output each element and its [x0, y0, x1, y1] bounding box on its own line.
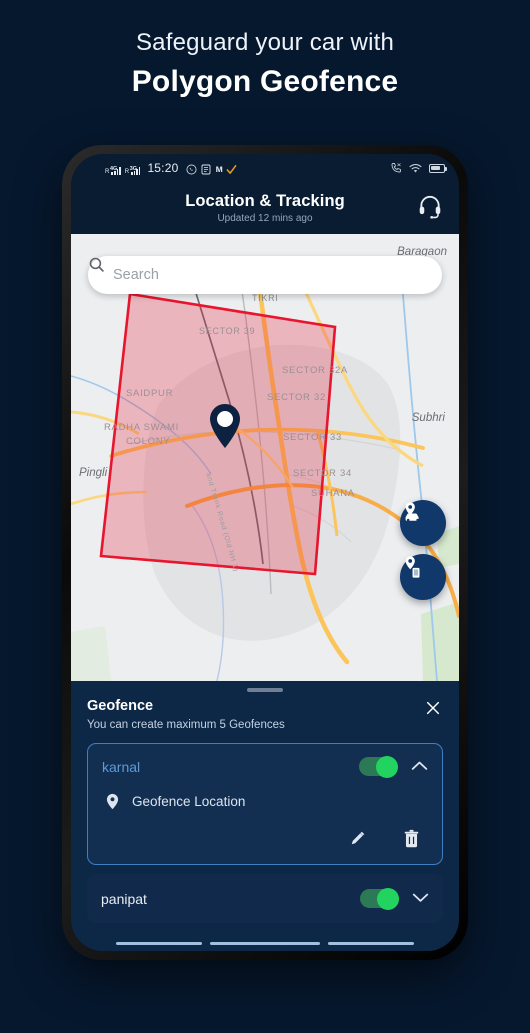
chevron-up-icon[interactable]: [411, 758, 428, 776]
promo-headline: Safeguard your car with Polygon Geofence: [0, 28, 530, 102]
geofence-toggle[interactable]: [360, 887, 399, 910]
roaming-label-1: R: [105, 169, 110, 175]
status-bar-clock: 15:20: [147, 161, 179, 175]
trash-icon[interactable]: [403, 829, 420, 853]
vehicle-location-button[interactable]: [400, 500, 446, 546]
orange-check-icon: [226, 164, 237, 175]
android-nav-bar[interactable]: [71, 935, 459, 951]
chevron-down-icon[interactable]: [412, 890, 429, 908]
page-title: Location & Tracking: [185, 192, 345, 210]
signal-sim2-icon: R 3G: [124, 166, 141, 175]
sim-icon: [201, 164, 211, 175]
geofence-name: panipat: [101, 890, 147, 907]
m-icon: ᴍ: [215, 164, 222, 175]
headset-icon[interactable]: [417, 193, 443, 224]
geofence-name: karnal: [102, 758, 141, 775]
signal-sim1-icon: R 4G: [105, 166, 121, 175]
app-header: Location & Tracking Updated 12 mins ago: [71, 182, 459, 234]
search-container: [88, 256, 442, 294]
search-input[interactable]: [113, 267, 428, 283]
sheet-header: Geofence You can create maximum 5 Geofen…: [87, 698, 443, 731]
last-updated-text: Updated 12 mins ago: [217, 213, 313, 224]
battery-icon: [429, 163, 447, 173]
network-label-2: 3G: [129, 166, 138, 172]
headline-line-1: Safeguard your car with: [135, 29, 395, 56]
phone-icon: [390, 162, 402, 174]
map-view[interactable]: Baragaon TIKRI SECTOR 39 SECTOR 32A SECT…: [71, 234, 459, 681]
phone-screen: R 4G R 3G 15:20 ᴍ Location & Tracking Up…: [71, 154, 459, 951]
sheet-subtitle: You can create maximum 5 Geofences: [87, 719, 285, 731]
status-bar: R 4G R 3G 15:20 ᴍ: [71, 154, 459, 182]
geofence-card-karnal[interactable]: karnal Geofence Location: [87, 743, 443, 865]
device-location-button[interactable]: [400, 554, 446, 600]
sheet-drag-handle[interactable]: [247, 688, 283, 692]
headline-line-2: Polygon Geofence: [131, 65, 399, 98]
geofence-location-label: Geofence Location: [132, 794, 246, 809]
pencil-icon[interactable]: [348, 829, 367, 853]
geofence-toggle[interactable]: [359, 755, 398, 778]
geofence-card-panipat[interactable]: panipat: [87, 874, 443, 923]
close-icon[interactable]: [415, 698, 443, 725]
geofence-sheet: Geofence You can create maximum 5 Geofen…: [71, 681, 459, 951]
map-canvas: [71, 234, 459, 681]
search-bar[interactable]: [88, 256, 442, 294]
map-pin-icon: [106, 793, 119, 810]
whatsapp-icon: [186, 164, 197, 175]
network-label-1: 4G: [110, 166, 118, 172]
sheet-title: Geofence: [87, 698, 154, 714]
phone-frame: R 4G R 3G 15:20 ᴍ Location & Tracking Up…: [62, 145, 468, 960]
roaming-label-2: R: [124, 169, 130, 175]
wifi-icon: [409, 163, 422, 174]
